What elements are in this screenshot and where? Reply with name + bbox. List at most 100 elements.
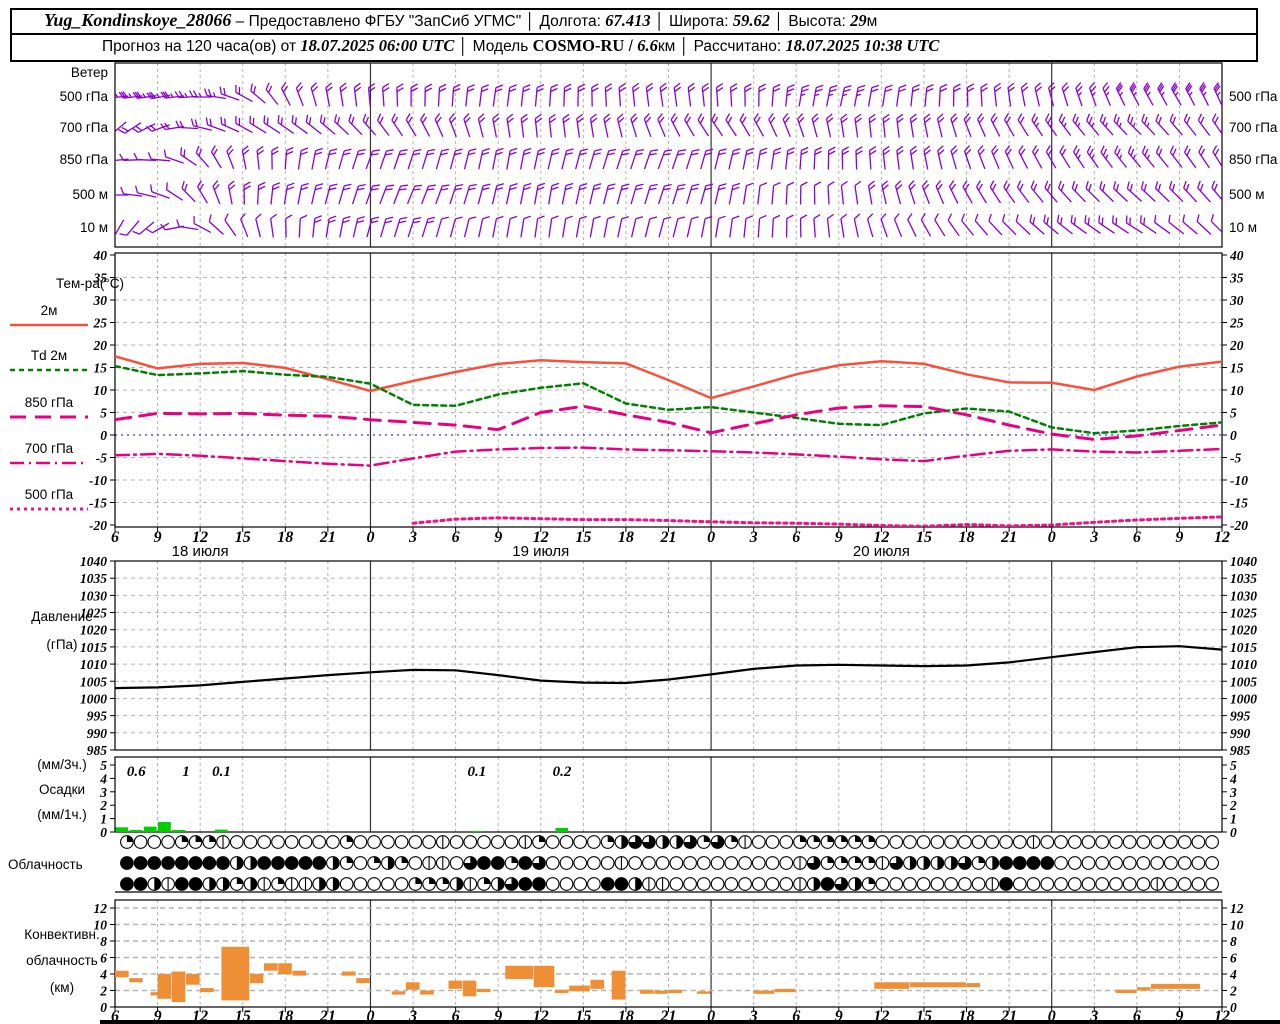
wind-barb [1003,113,1015,137]
barb-shaft [826,218,831,238]
barb-feather [428,184,436,187]
cloud-circle [1150,835,1165,849]
cloud-symbol [1067,856,1082,870]
barb-feather [509,215,518,220]
barb-feather [400,149,408,152]
barb-feather [328,215,337,220]
barb-feather [410,87,418,93]
wind-barb [908,180,916,205]
wind-barb [505,183,518,205]
barb-feather [1182,214,1186,223]
cloud-symbol [1081,877,1096,891]
pressure-ytick-right: 1035 [1230,571,1257,586]
legend-label-0: 2м [41,303,58,318]
wind-barb [1157,82,1168,106]
barb-shaft [1003,119,1015,137]
cloud-circle [944,877,958,891]
cloud-symbol [545,856,560,870]
cloud-symbol [985,877,1000,891]
wind-barb [1020,82,1029,107]
cloud-circle [532,877,546,891]
cloud-symbol [600,856,615,870]
precip-bar [158,821,171,832]
barb-feather [593,215,601,220]
cloud-symbol [271,835,285,849]
barb-feather [660,86,668,93]
barb-shaft [1030,187,1044,203]
cloud-symbol [944,856,958,870]
barb-feather [591,87,599,93]
convective-bar [221,946,250,1001]
wind-barb [785,214,794,238]
wind-barb [1030,180,1044,203]
cloud-symbol [834,856,849,870]
barb-feather [659,82,667,89]
convective-bar [249,974,264,984]
cloud-symbol [312,835,327,849]
barb-shaft [561,150,568,170]
cloud-symbol [875,856,890,870]
wind-barb [909,145,918,170]
barb-shaft [405,119,417,137]
barb-shaft [686,218,693,238]
wind-barb [547,148,560,170]
cloud-symbol [490,877,505,891]
wind-barb [1034,82,1042,107]
barb-feather [455,184,464,187]
barb-feather [1070,215,1073,223]
barb-feather [896,113,904,120]
cloud-fill-half [154,877,161,891]
cloud-symbol [1026,877,1041,891]
barb-feather [1139,215,1142,223]
barb-shaft [670,119,681,137]
wind-barb [729,215,740,238]
barb-feather [926,84,934,89]
wind-barb [947,213,960,237]
cloud-row-1 [120,856,1219,870]
barb-shaft [465,87,469,107]
barb-feather [576,117,584,124]
barb-shaft [827,185,830,205]
barb-shaft [1071,187,1086,203]
pressure-ytick-right: 1040 [1230,554,1257,569]
barb-shaft [657,185,666,205]
cloud-symbol [504,856,519,870]
barb-feather [109,91,113,98]
barb-shaft [1058,120,1072,136]
cloud-fill-quarter [703,835,711,842]
wind-barb [1197,180,1211,203]
cloud-circle [174,856,189,870]
barb-feather [564,87,572,93]
cloud-fill-half [497,877,505,891]
barb-feather [482,216,490,220]
cloud-fill-quarter [195,835,202,842]
cloud-circle [1067,856,1082,870]
barb-shaft [604,87,608,107]
cloud-symbol [133,856,148,870]
barb-shaft [1157,88,1168,106]
cloud-symbol [765,835,780,849]
wind-barb [478,84,489,107]
wind-barb [240,213,249,238]
wind-barb [563,83,572,107]
wind-barb [961,213,975,236]
barb-feather [650,149,659,152]
cloud-symbol [1150,835,1165,849]
cloud-circle [1081,856,1096,870]
wind-barb [365,184,381,205]
barb-feather [591,83,599,89]
barb-feather [910,117,918,124]
wind-barb [561,182,574,205]
cloud-symbol [229,856,244,870]
wind-barb [1197,113,1211,136]
cloud-circle [161,856,175,870]
barb-shaft [672,185,679,205]
wind-barb [351,184,366,205]
barb-shaft [240,218,249,238]
wind-barb-row-500-гПа [109,82,1222,107]
cloud-symbol [861,856,876,870]
barb-shaft [1129,88,1140,106]
convective-bar [185,974,200,985]
wind-level-label-left: 850 гПа [60,152,109,167]
barb-shaft [435,218,443,238]
